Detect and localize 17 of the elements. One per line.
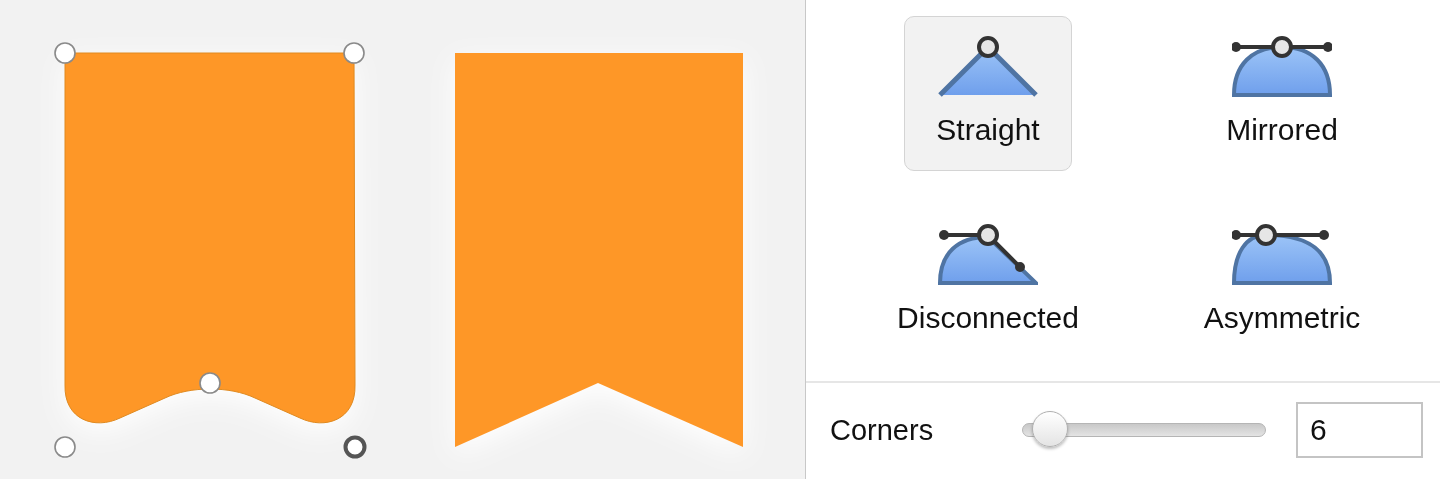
notched-banner-shape[interactable]: [455, 53, 743, 455]
mirrored-point-icon: [1232, 35, 1332, 97]
corners-label: Corners: [830, 413, 935, 447]
corners-field[interactable]: 6: [1296, 402, 1423, 458]
straight-point-icon: [938, 35, 1038, 97]
disconnected-point-icon: [938, 223, 1038, 285]
corners-slider[interactable]: [1022, 411, 1266, 449]
point-type-button[interactable]: Straight: [904, 16, 1072, 171]
point-type-button[interactable]: Mirrored: [1198, 16, 1366, 171]
handle[interactable]: [343, 435, 367, 459]
point-type-button[interactable]: Disconnected: [873, 204, 1103, 359]
point-type-button[interactable]: Asymmetric: [1167, 204, 1397, 359]
asymmetric-point-icon: [1232, 223, 1332, 285]
handle[interactable]: [54, 42, 76, 64]
slider-thumb[interactable]: [1032, 411, 1069, 447]
handle[interactable]: [54, 436, 76, 458]
handle[interactable]: [343, 42, 365, 64]
